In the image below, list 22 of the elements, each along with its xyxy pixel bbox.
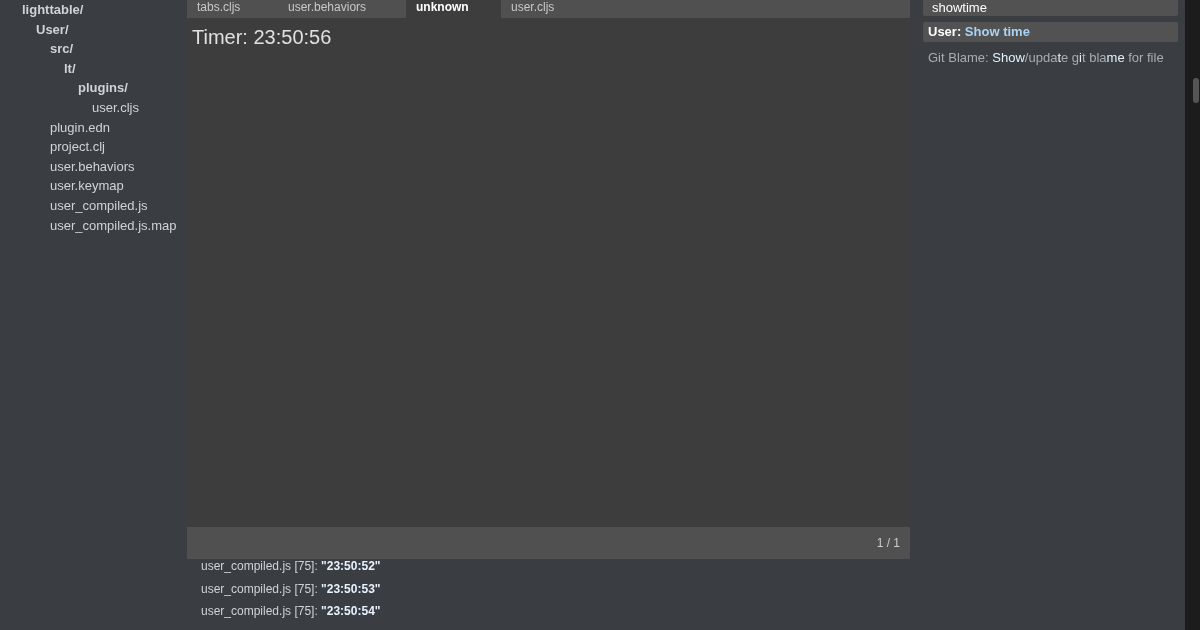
command-result[interactable]: Git Blame: Show/update git blame for file bbox=[923, 48, 1178, 68]
folder-item[interactable]: src/ bbox=[50, 39, 74, 59]
console-line: user_compiled.js [75]: "23:50:52" bbox=[201, 558, 382, 575]
file-item[interactable]: user_compiled.js bbox=[50, 195, 148, 216]
page-count: 1 / 1 bbox=[876, 536, 900, 550]
folder-item[interactable]: lt/ bbox=[64, 58, 76, 79]
file-item[interactable]: project.clj bbox=[50, 137, 105, 157]
folder-item[interactable]: User/ bbox=[36, 19, 69, 40]
console-line: user_compiled.js [75]: "23:50:53" bbox=[201, 580, 382, 598]
file-item[interactable]: user_compiled.js.map bbox=[50, 215, 177, 236]
editor-text: Timer: 23:50:56 bbox=[192, 26, 333, 49]
scrollbar-thumb[interactable] bbox=[1193, 78, 1199, 103]
command-result[interactable]: User: Show time bbox=[923, 22, 1178, 42]
tab[interactable]: unknown bbox=[406, 0, 501, 18]
command-search-field[interactable]: showtime bbox=[923, 0, 1178, 16]
console-line: user_compiled.js [75]: "23:50:54" bbox=[201, 603, 382, 620]
file-item[interactable]: user.behaviors bbox=[50, 156, 135, 177]
file-item[interactable]: plugin.edn bbox=[50, 117, 110, 138]
file-item[interactable]: user.keymap bbox=[50, 176, 124, 196]
file-item[interactable]: user.cljs bbox=[92, 97, 139, 118]
folder-item[interactable]: lighttable/ bbox=[22, 0, 84, 20]
folder-item[interactable]: plugins/ bbox=[78, 78, 128, 98]
